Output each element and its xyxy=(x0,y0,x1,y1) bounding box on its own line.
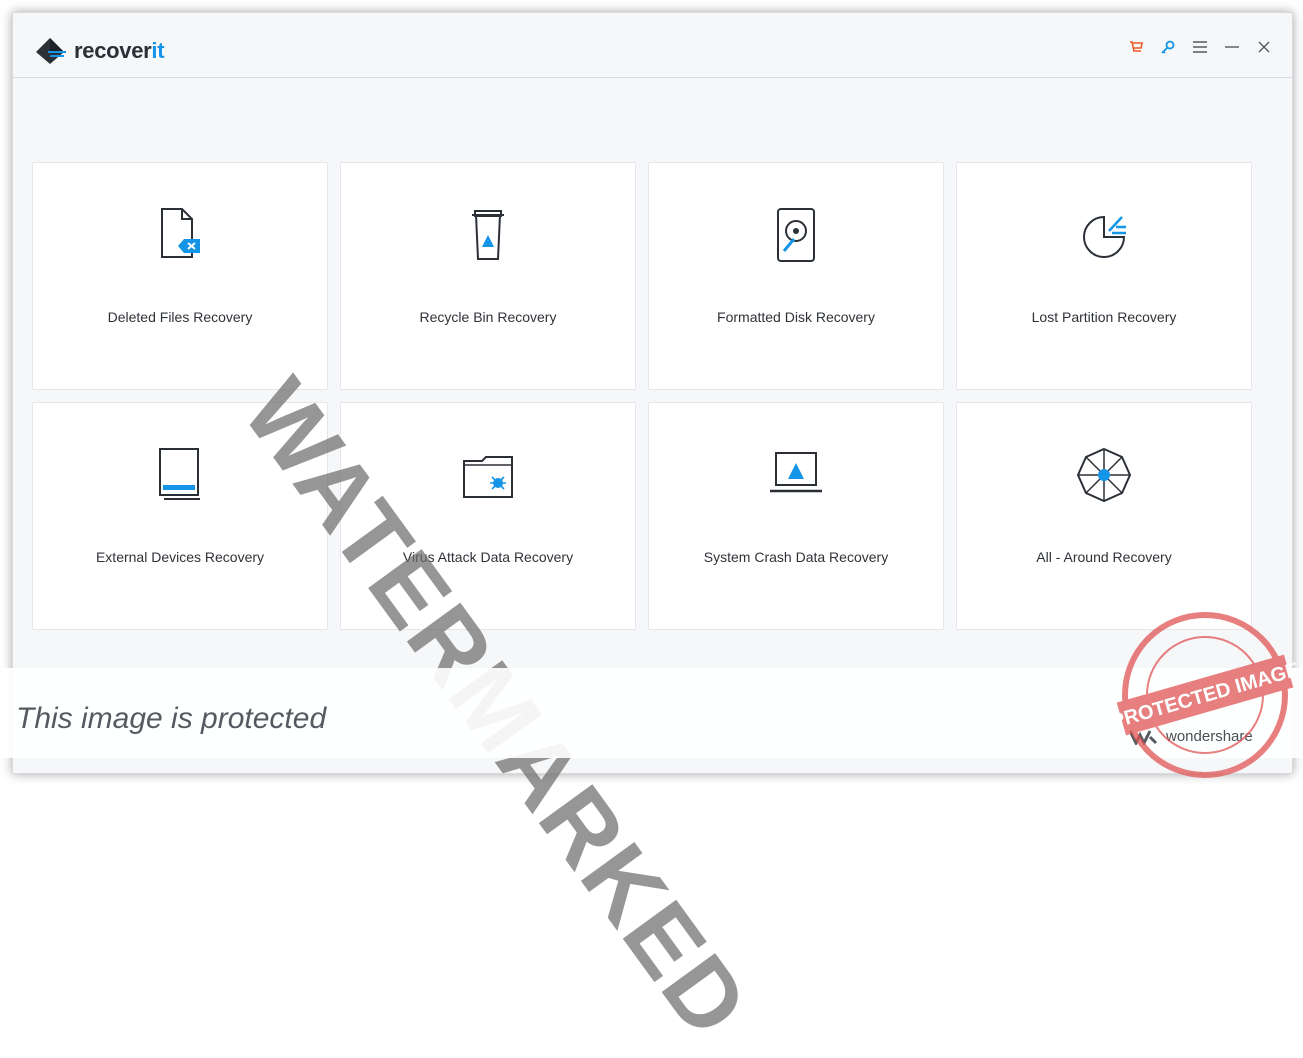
card-external-devices-recovery[interactable]: External Devices Recovery xyxy=(32,402,328,630)
card-label: Formatted Disk Recovery xyxy=(717,309,875,325)
hard-disk-icon xyxy=(764,203,828,267)
card-system-crash-data-recovery[interactable]: System Crash Data Recovery xyxy=(648,402,944,630)
card-label: All - Around Recovery xyxy=(1036,549,1172,565)
partition-pie-icon xyxy=(1072,203,1136,267)
menu-icon[interactable] xyxy=(1184,35,1216,59)
external-device-icon xyxy=(148,443,212,507)
card-label: System Crash Data Recovery xyxy=(703,549,889,565)
deleted-file-icon xyxy=(148,203,212,267)
card-all-around-recovery[interactable]: All - Around Recovery xyxy=(956,402,1252,630)
recoverit-logo-icon xyxy=(36,38,66,64)
card-label: External Devices Recovery xyxy=(95,549,265,565)
cart-icon[interactable] xyxy=(1120,35,1152,59)
all-around-wheel-icon xyxy=(1072,443,1136,507)
card-label: Recycle Bin Recovery xyxy=(419,309,557,325)
virus-folder-icon xyxy=(456,443,520,507)
card-label: Lost Partition Recovery xyxy=(1031,309,1177,325)
wondershare-icon xyxy=(1130,729,1158,745)
recovery-mode-grid: Deleted Files Recovery Recycle Bin Recov… xyxy=(32,162,1253,630)
close-icon[interactable] xyxy=(1248,35,1280,59)
window-controls xyxy=(1120,35,1280,59)
card-lost-partition-recovery[interactable]: Lost Partition Recovery xyxy=(956,162,1252,390)
logo-wordmark: recoverit xyxy=(74,38,165,63)
card-label: Deleted Files Recovery xyxy=(107,309,253,325)
app-logo: recoverit xyxy=(34,36,165,66)
card-label: Virus Attack Data Recovery xyxy=(402,549,574,565)
minimize-icon[interactable] xyxy=(1216,35,1248,59)
brand-logo: wondershare xyxy=(1130,728,1253,745)
protected-notice: This image is protected xyxy=(16,702,327,735)
recycle-bin-icon xyxy=(456,203,520,267)
card-virus-attack-data-recovery[interactable]: Virus Attack Data Recovery xyxy=(340,402,636,630)
card-deleted-files-recovery[interactable]: Deleted Files Recovery xyxy=(32,162,328,390)
title-bar: recoverit xyxy=(13,13,1292,78)
key-icon[interactable] xyxy=(1152,35,1184,59)
card-formatted-disk-recovery[interactable]: Formatted Disk Recovery xyxy=(648,162,944,390)
card-recycle-bin-recovery[interactable]: Recycle Bin Recovery xyxy=(340,162,636,390)
crashed-laptop-icon xyxy=(764,443,828,507)
